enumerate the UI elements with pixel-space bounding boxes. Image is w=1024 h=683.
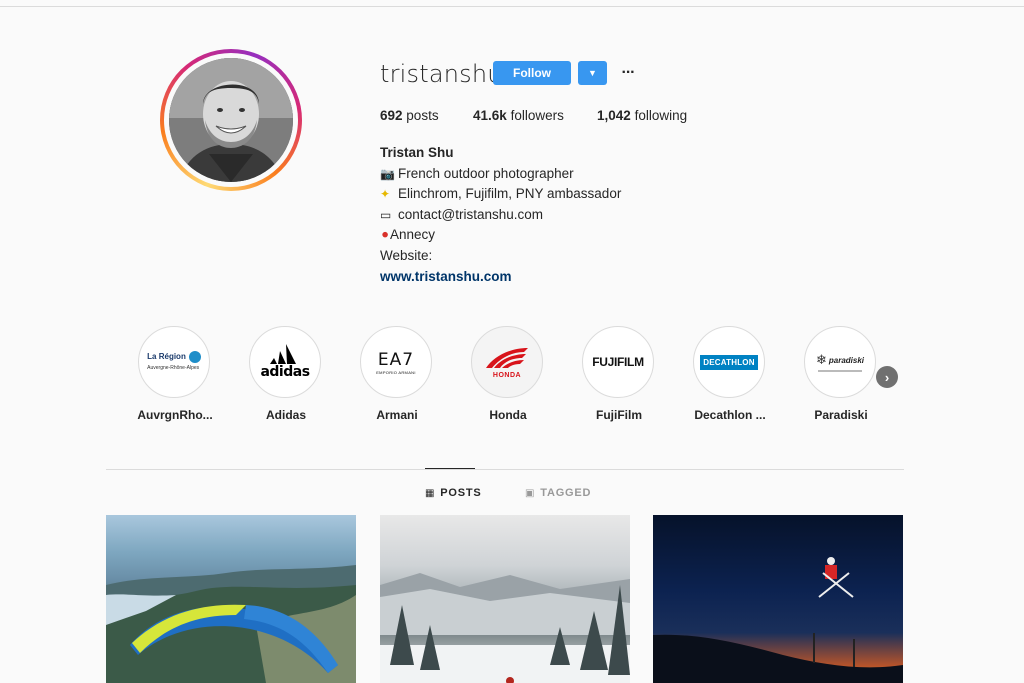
- follow-dropdown-button[interactable]: ▼: [578, 61, 607, 85]
- tabs-divider: [106, 469, 904, 470]
- highlight-label: Armani: [376, 408, 418, 422]
- bio-line-ambassador: Elinchrom, Fujifilm, PNY ambassador: [398, 186, 622, 202]
- following-stat[interactable]: 1,042 following: [597, 108, 687, 123]
- top-divider: [0, 6, 1024, 7]
- chevron-down-icon: ▼: [588, 68, 597, 78]
- more-icon: ···: [621, 64, 636, 81]
- bio-line-occupation: French outdoor photographer: [398, 165, 574, 181]
- highlight-label: FujiFilm: [596, 408, 642, 422]
- tab-posts[interactable]: ▦ POSTS: [425, 487, 482, 499]
- tagged-icon: ▣: [525, 487, 536, 499]
- profile-full-name: Tristan Shu: [380, 145, 454, 160]
- person-portrait-icon: [169, 58, 293, 182]
- avatar-photo: [169, 58, 293, 182]
- adidas-stripes-icon: [269, 344, 296, 364]
- followers-stat[interactable]: 41.6k followers: [473, 108, 564, 123]
- bio-line-location: Annecy: [390, 227, 436, 243]
- highlight-label: Adidas: [265, 408, 306, 422]
- paraglider-photo: [106, 565, 356, 683]
- honda-wing-icon: [486, 347, 528, 368]
- post-thumbnail-paraglider[interactable]: [106, 515, 356, 683]
- highlight-label: Honda: [489, 408, 527, 422]
- highlight-label: AuvrgnRho...: [137, 408, 213, 422]
- grid-icon: ▦: [425, 487, 436, 499]
- website-link[interactable]: www.tristanshu.com: [380, 267, 621, 288]
- profile-bio: Tristan Shu 📷 French outdoor photographe…: [380, 143, 621, 287]
- night-ski-photo: [653, 557, 903, 683]
- chevron-right-icon: ›: [884, 369, 890, 385]
- profile-username: tristanshu: [380, 60, 503, 88]
- camera-icon: 📷: [380, 166, 395, 181]
- region-logo-icon: [188, 351, 201, 363]
- pin-icon: ⚫: [380, 228, 391, 243]
- sparkle-icon: ✦: [380, 187, 391, 202]
- more-options-button[interactable]: ···: [619, 61, 637, 85]
- post-thumbnail-ski-jump[interactable]: [653, 515, 903, 683]
- bio-line-email: contact@tristanshu.com: [398, 206, 544, 222]
- highlight-label: Paradiski: [814, 408, 868, 422]
- profile-avatar[interactable]: [160, 49, 302, 191]
- highlight-label: Decathlon ...: [694, 408, 766, 422]
- highlights-next-button[interactable]: ›: [876, 366, 898, 388]
- snow-mountain-photo: [380, 573, 630, 683]
- envelope-icon: ▭: [380, 207, 392, 222]
- bio-line-website-label: Website:: [380, 247, 433, 263]
- snowflake-icon: ❄: [815, 352, 827, 367]
- posts-stat: 692 posts: [380, 108, 439, 123]
- active-tab-indicator: [425, 468, 475, 469]
- follow-button[interactable]: Follow: [493, 61, 571, 85]
- post-thumbnail-snowy-forest[interactable]: [380, 515, 630, 683]
- tab-tagged[interactable]: ▣ TAGGED: [525, 487, 591, 499]
